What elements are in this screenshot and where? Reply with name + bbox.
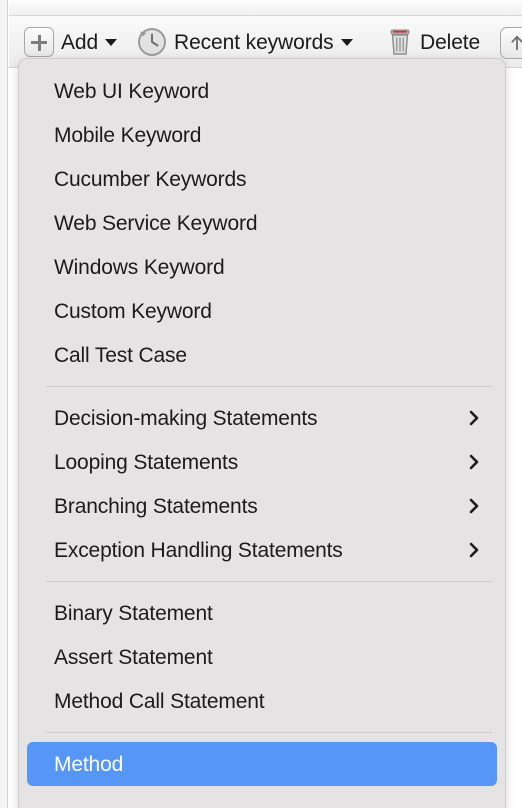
menu-item-label: Web Service Keyword <box>54 211 258 235</box>
menu-item[interactable]: Web UI Keyword <box>27 69 497 113</box>
delete-button-label: Delete <box>420 30 481 54</box>
trash-can-icon <box>387 27 413 57</box>
menu-item[interactable]: Assert Statement <box>27 635 497 679</box>
add-dropdown-menu[interactable]: Web UI Keyword Mobile Keyword Cucumber Key… <box>18 58 506 808</box>
menu-item-label: Binary Statement <box>54 601 213 625</box>
add-button[interactable]: Add <box>24 25 118 59</box>
menu-item[interactable]: Looping Statements <box>27 440 497 484</box>
recent-keywords-label: Recent keywords <box>174 30 334 54</box>
screenshot-root: Add Recent keywords Delete Web UI Keywor… <box>0 0 522 808</box>
menu-item-label: Call Test Case <box>54 343 187 367</box>
menu-item-label: Assert Statement <box>54 645 213 669</box>
menu-separator <box>46 732 492 733</box>
menu-item[interactable]: Call Test Case <box>27 333 497 377</box>
menu-item[interactable]: Method <box>27 742 497 786</box>
delete-button[interactable]: Delete <box>387 25 480 59</box>
menu-item[interactable]: Mobile Keyword <box>27 113 497 157</box>
tab-strip <box>9 0 522 16</box>
menu-item-list: Web UI Keyword Mobile Keyword Cucumber Key… <box>19 59 505 786</box>
menu-item[interactable]: Exception Handling Statements <box>27 528 497 572</box>
menu-item[interactable]: Branching Statements <box>27 484 497 528</box>
menu-item-label: Looping Statements <box>54 450 239 474</box>
menu-item-label: Method Call Statement <box>54 689 265 713</box>
clock-history-icon <box>137 27 167 57</box>
menu-item[interactable]: Decision-making Statements <box>27 396 497 440</box>
menu-item-label: Decision-making Statements <box>54 406 318 430</box>
menu-item[interactable]: Custom Keyword <box>27 289 497 333</box>
menu-item-label: Exception Handling Statements <box>54 538 343 562</box>
recent-keywords-button[interactable]: Recent keywords <box>137 25 353 59</box>
menu-item[interactable]: Cucumber Keywords <box>27 157 497 201</box>
menu-item[interactable]: Windows Keyword <box>27 245 497 289</box>
arrow-up-icon <box>500 27 522 59</box>
move-up-button[interactable] <box>500 26 522 60</box>
caret-down-icon[interactable] <box>105 38 118 46</box>
caret-down-icon[interactable] <box>340 38 353 46</box>
menu-separator <box>46 581 492 582</box>
menu-item-label: Windows Keyword <box>54 255 225 279</box>
menu-item[interactable]: Web Service Keyword <box>27 201 497 245</box>
menu-item-label: Branching Statements <box>54 494 258 518</box>
menu-item-label: Method <box>54 752 124 776</box>
menu-item[interactable]: Method Call Statement <box>27 679 497 723</box>
menu-item[interactable]: Binary Statement <box>27 591 497 635</box>
chevron-right-icon <box>468 408 480 428</box>
menu-item-label: Custom Keyword <box>54 299 212 323</box>
menu-item-label: Web UI Keyword <box>54 79 210 103</box>
add-button-label: Add <box>61 30 99 54</box>
plus-in-box-icon <box>24 27 54 57</box>
left-rail <box>0 0 8 808</box>
menu-item-label: Mobile Keyword <box>54 123 202 147</box>
chevron-right-icon <box>468 452 480 472</box>
chevron-right-icon <box>468 540 480 560</box>
menu-separator <box>46 386 492 387</box>
menu-item-label: Cucumber Keywords <box>54 167 247 191</box>
chevron-right-icon <box>468 496 480 516</box>
